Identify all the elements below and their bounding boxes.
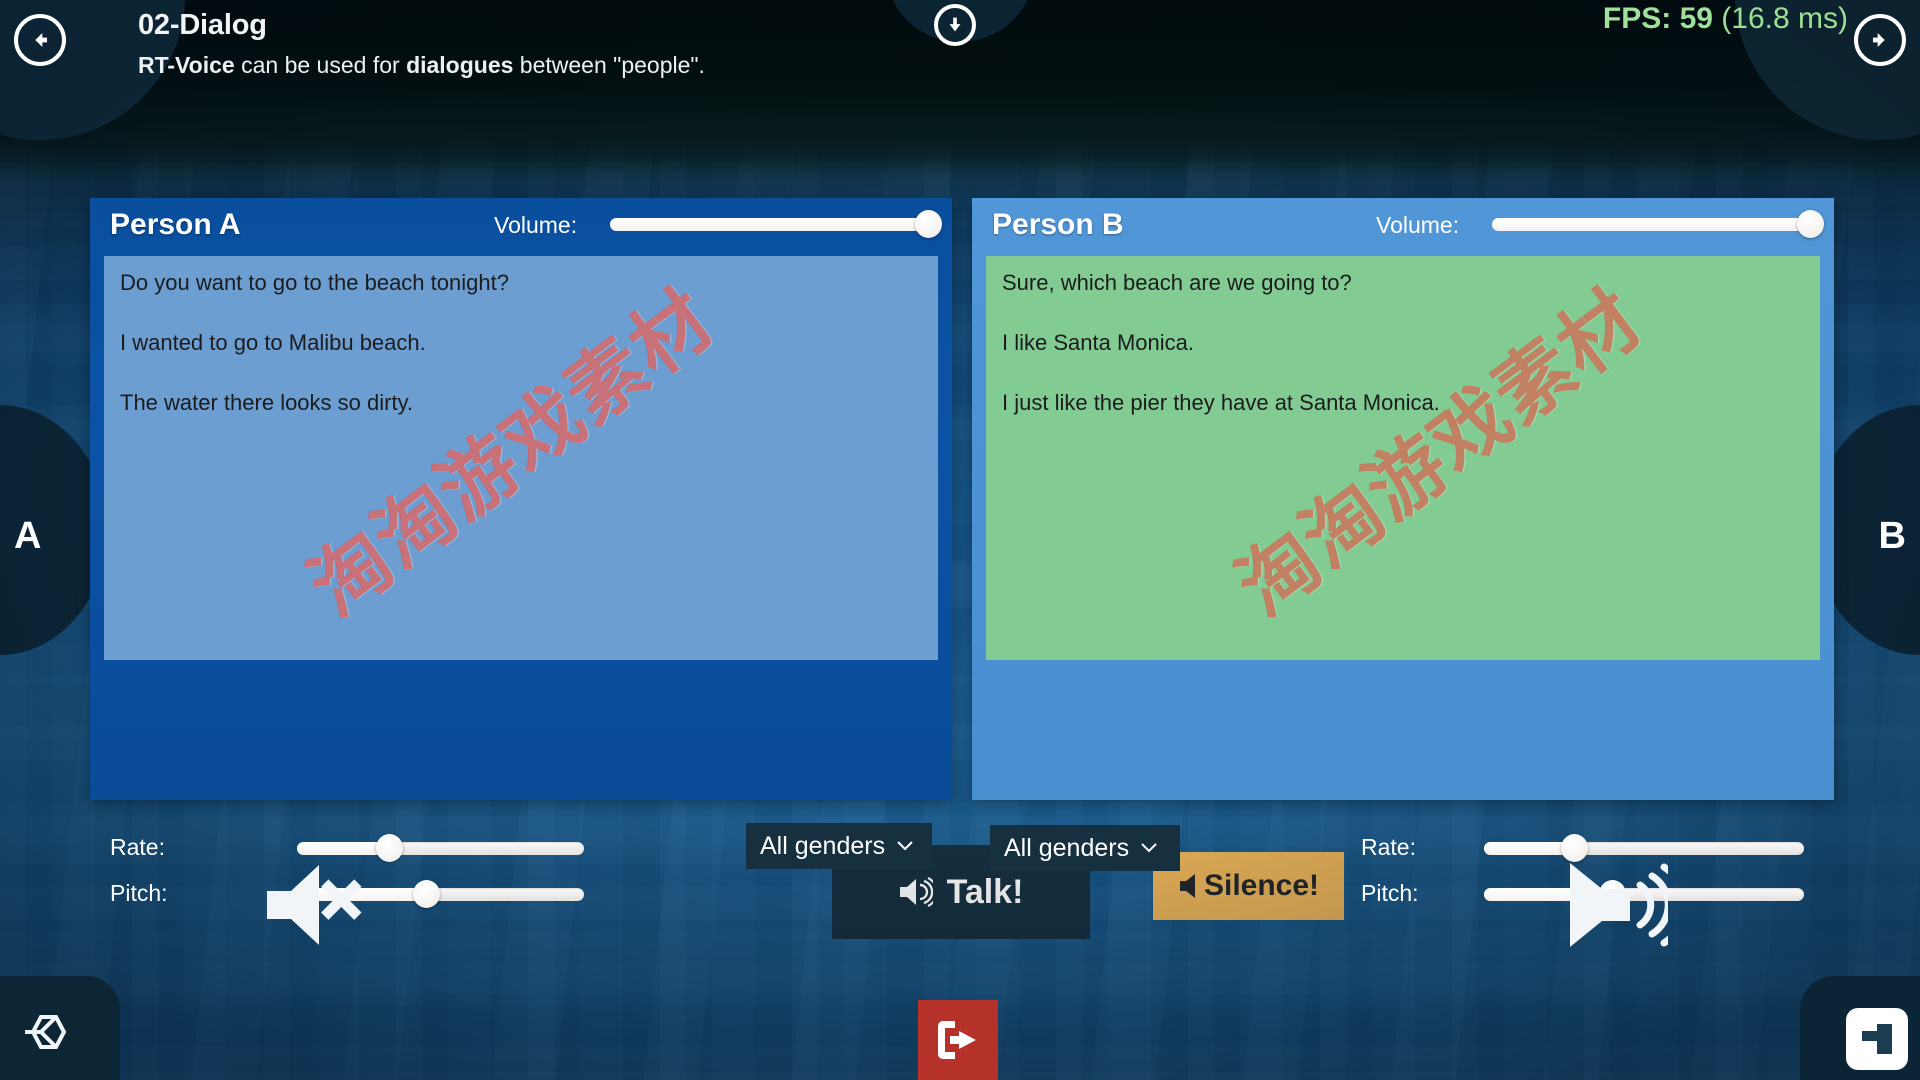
person-b-line-3: I just like the pier they have at Santa … <box>1002 390 1440 415</box>
person-b-gender-dropdown[interactable]: All genders <box>990 825 1180 871</box>
desc-bold-1: RT-Voice <box>138 52 235 78</box>
exit-button[interactable] <box>918 1000 998 1080</box>
person-b-gender-value: All genders <box>1004 833 1130 862</box>
mute-button[interactable] <box>255 855 385 955</box>
back-button[interactable] <box>14 14 66 66</box>
speaker-waves-icon <box>899 877 933 907</box>
speaker-on-icon <box>1570 863 1668 947</box>
person-b-header: Person B Volume: <box>972 198 1834 256</box>
person-a-volume-label: Volume: <box>494 212 578 238</box>
arrow-left-circle-icon <box>35 33 47 47</box>
talk-button-label: Talk! <box>946 872 1024 911</box>
fps-label: FPS: <box>1602 2 1672 35</box>
slider-fill <box>1492 218 1810 231</box>
crosstales-logo-icon <box>1862 1024 1892 1054</box>
person-a-volume-slider[interactable] <box>610 210 942 238</box>
person-a-gender-value: All genders <box>760 831 886 860</box>
silence-button[interactable]: Silence! <box>1153 852 1344 920</box>
slider-track <box>297 842 584 855</box>
download-circle-icon <box>949 17 961 32</box>
slider-track <box>1484 842 1804 855</box>
person-b-pitch-label: Pitch: <box>1361 880 1419 906</box>
page-title: 02-Dialog <box>138 9 267 41</box>
person-a-rate-label: Rate: <box>110 834 165 860</box>
page-description: RT-Voice can be used for dialogues betwe… <box>138 46 778 85</box>
person-a-line-3: The water there looks so dirty. <box>120 390 414 415</box>
person-b-volume-label: Volume: <box>1376 212 1460 238</box>
person-a-header: Person A Volume: <box>90 198 952 256</box>
speaker-x-icon <box>267 865 362 945</box>
next-button[interactable] <box>1854 14 1906 66</box>
slider-knob[interactable] <box>1797 210 1824 238</box>
person-b-panel: Person B Volume: Sure, which beach are w… <box>972 198 1834 908</box>
game-screen: 02-Dialog RT-Voice can be used for dialo… <box>0 0 1920 1080</box>
desc-text-1: can be used for <box>234 52 407 78</box>
side-marker-b: B <box>1878 515 1906 557</box>
slider-fill <box>610 218 928 231</box>
crosstales-logo-button[interactable] <box>1846 1008 1908 1070</box>
slider-track <box>1492 218 1810 231</box>
person-a-gender-dropdown[interactable]: All genders <box>746 823 932 869</box>
silence-button-label: Silence! <box>1203 869 1320 902</box>
fps-frametime: (16.8 ms) <box>1721 2 1848 35</box>
slider-knob[interactable] <box>915 210 942 238</box>
chevron-down-icon <box>897 838 913 854</box>
person-a-pitch-label: Pitch: <box>110 880 168 906</box>
arrow-right-circle-icon <box>1873 33 1885 47</box>
unity-logo-button[interactable] <box>14 1006 76 1068</box>
sound-on-button[interactable] <box>1534 855 1674 955</box>
desc-bold-2: dialogues <box>406 52 514 78</box>
fps-counter: FPS: 59 (16.8 ms) <box>1603 2 1848 36</box>
person-a-panel: Person A Volume: Do you want to go to th… <box>90 198 952 908</box>
chevron-down-icon <box>1141 840 1157 856</box>
person-b-line-1: Sure, which beach are we going to? <box>1002 270 1352 295</box>
person-b-volume-slider[interactable] <box>1492 210 1824 238</box>
unity-logo-icon <box>25 1015 67 1049</box>
exit-door-icon <box>938 1021 976 1059</box>
header-text-block: 02-Dialog RT-Voice can be used for dialo… <box>138 6 778 85</box>
slider-track <box>610 218 928 231</box>
person-b-rate-label: Rate: <box>1361 834 1416 860</box>
person-b-speech-input[interactable]: Sure, which beach are we going to? I lik… <box>986 256 1820 660</box>
download-button[interactable] <box>934 4 976 46</box>
side-marker-a: A <box>14 515 42 557</box>
person-a-line-2: I wanted to go to Malibu beach. <box>120 330 426 355</box>
desc-text-2: between "people". <box>513 52 705 78</box>
fps-value: 59 <box>1679 2 1713 35</box>
speaker-mute-small-icon <box>1179 874 1195 898</box>
person-b-name: Person B <box>992 208 1124 241</box>
person-b-line-2: I like Santa Monica. <box>1002 330 1194 355</box>
person-a-line-1: Do you want to go to the beach tonight? <box>120 270 509 295</box>
person-a-speech-input[interactable]: Do you want to go to the beach tonight? … <box>104 256 938 660</box>
slider-knob[interactable] <box>413 880 441 908</box>
person-a-name: Person A <box>110 208 241 241</box>
